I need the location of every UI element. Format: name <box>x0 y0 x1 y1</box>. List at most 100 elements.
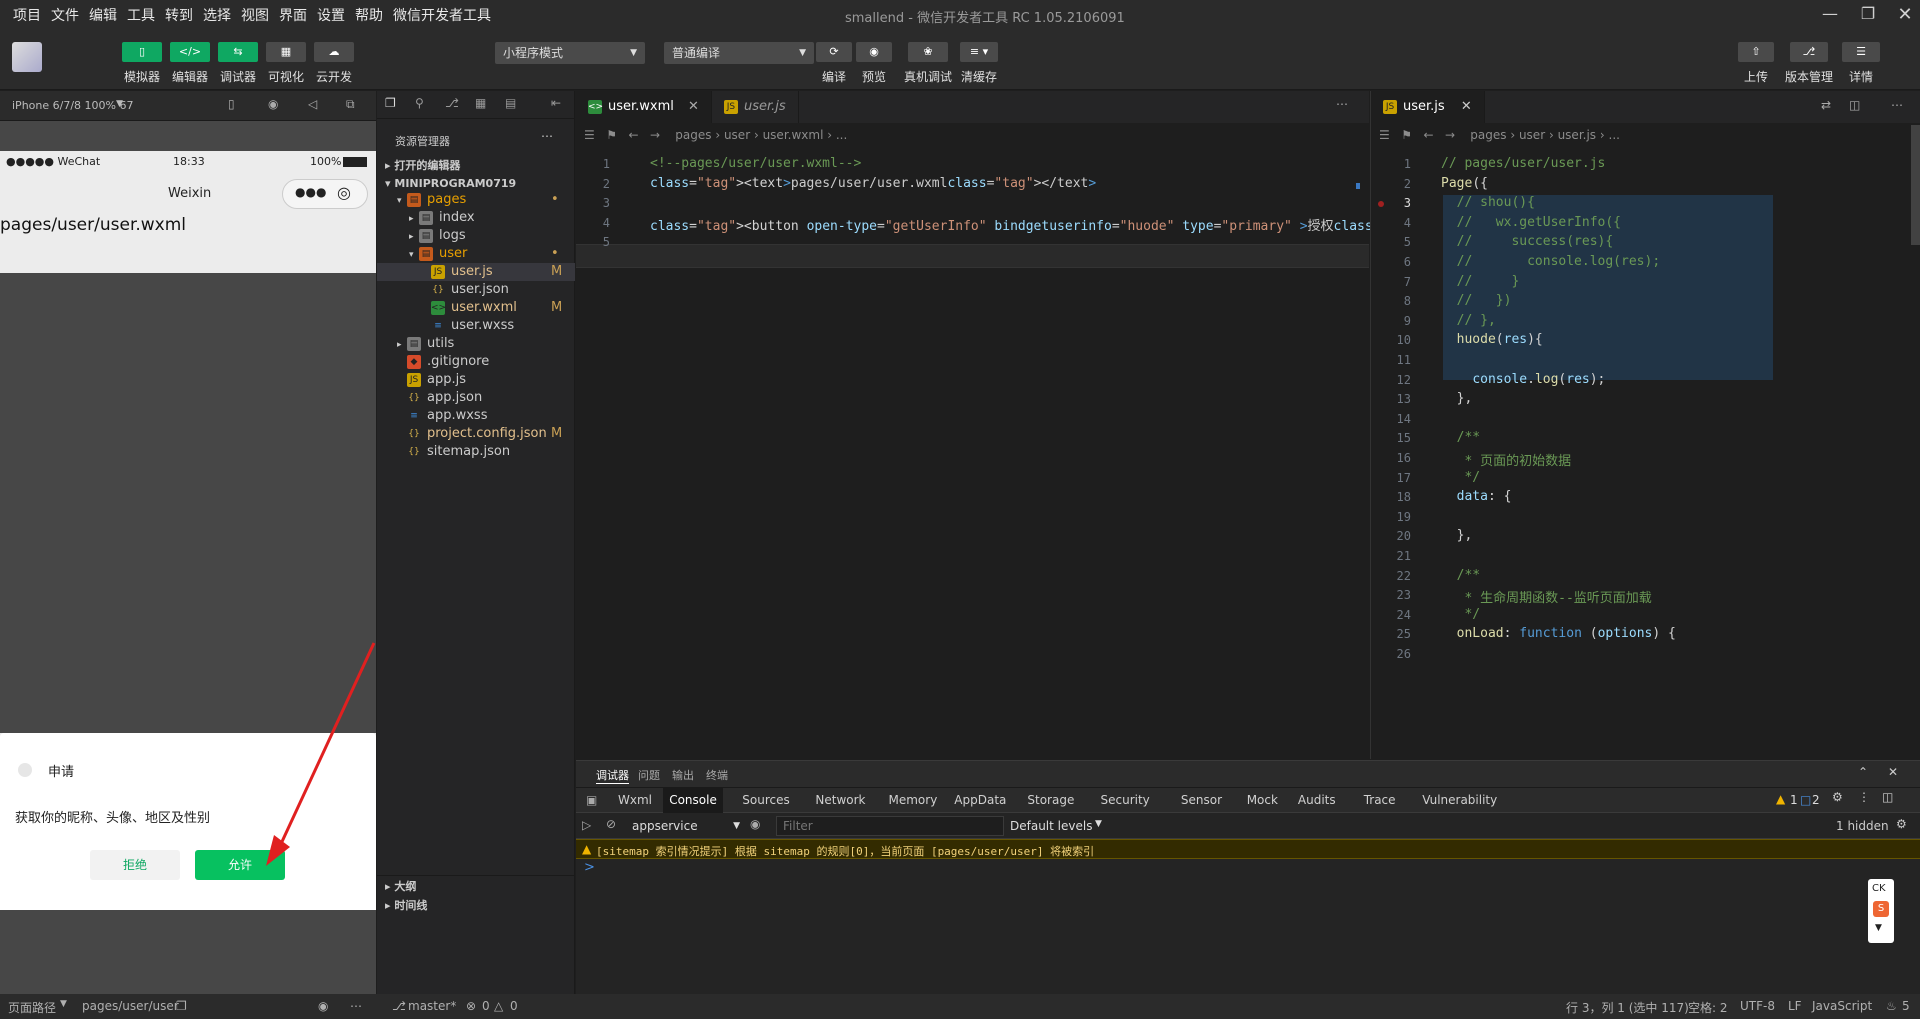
gear-icon[interactable]: ⚙ <box>1896 817 1907 831</box>
details-button[interactable]: ☰ <box>1842 42 1880 62</box>
chevron-down-icon[interactable]: ▼ <box>116 99 123 109</box>
levels-select[interactable]: Default levels <box>1010 819 1092 833</box>
devtools-tab[interactable]: Mock <box>1241 787 1284 813</box>
devtools-tab[interactable]: Console <box>663 787 723 813</box>
bookmark-icon[interactable]: ⚑ <box>1401 128 1412 142</box>
menu-item[interactable]: 帮助 <box>350 5 388 25</box>
tree-item[interactable]: ≡ app.wxss <box>377 407 575 425</box>
git-icon[interactable]: ⎇ <box>445 96 459 110</box>
breadcrumb-item[interactable]: user <box>1519 128 1545 142</box>
breadcrumb-item[interactable]: user.js <box>1558 128 1596 142</box>
tree-item[interactable]: ▾ ▤ pages • <box>377 191 575 209</box>
tree-item[interactable]: ▸ ▤ index <box>377 209 575 227</box>
close-icon[interactable]: ✕ <box>1461 99 1472 114</box>
breadcrumb-item[interactable]: pages <box>1470 128 1506 142</box>
more-icon[interactable]: ⋯ <box>1891 98 1903 112</box>
chevron-down-icon[interactable]: ▼ <box>1095 819 1102 829</box>
devtools-tab[interactable]: Vulnerability <box>1416 787 1503 813</box>
tree-item[interactable]: ▸ ▤ logs <box>377 227 575 245</box>
bell-icon[interactable]: ♨ <box>1886 999 1897 1013</box>
collapse-panel-icon[interactable]: ⇤ <box>551 96 561 110</box>
tree-item[interactable]: ◆ .gitignore <box>377 353 575 371</box>
phone-icon[interactable]: ▯ <box>228 97 235 111</box>
filter-input[interactable] <box>776 816 1004 836</box>
branch-name[interactable]: master* <box>408 999 456 1013</box>
simulator-toggle-button[interactable]: ▯ <box>122 42 162 62</box>
clear-console-icon[interactable]: ⊘ <box>606 817 616 831</box>
tab-output[interactable]: 输出 <box>672 767 694 783</box>
menu-item[interactable]: 选择 <box>198 5 236 25</box>
close-icon[interactable]: ✕ <box>688 99 699 114</box>
breadcrumb-item[interactable]: user.wxml <box>763 128 824 142</box>
extensions-icon[interactable]: ▦ <box>475 96 486 110</box>
mode-select[interactable]: 小程序模式 ▼ <box>495 42 645 64</box>
eye-icon[interactable]: ◉ <box>318 999 328 1013</box>
clear-cache-button[interactable]: ≡ ▾ <box>960 42 998 62</box>
warning-count[interactable]: 0 <box>510 999 518 1013</box>
menu-item[interactable]: 项目 <box>8 5 46 25</box>
breadcrumb-item[interactable]: ... <box>836 128 847 142</box>
timeline-section[interactable]: ▸ 时间线 <box>377 895 575 917</box>
warning-count[interactable]: 1 <box>1790 793 1798 807</box>
line-ending[interactable]: LF <box>1788 999 1802 1013</box>
chevron-down-icon[interactable]: ▼ <box>60 999 67 1009</box>
page-path-label[interactable]: 页面路径 <box>8 999 56 1016</box>
info-count[interactable]: 2 <box>1812 793 1820 807</box>
forward-icon[interactable]: → <box>650 128 660 142</box>
visual-toggle-button[interactable]: ▦ <box>266 42 306 62</box>
reject-button[interactable]: 拒绝 <box>90 850 180 880</box>
tree-item[interactable]: JS user.js M <box>377 263 575 281</box>
close-icon[interactable]: ✕ <box>1888 765 1898 779</box>
console-prompt[interactable]: > <box>584 860 595 875</box>
tree-item[interactable]: JS app.js <box>377 371 575 389</box>
dock-icon[interactable]: ◫ <box>1882 790 1893 804</box>
menu-item[interactable]: 微信开发者工具 <box>388 5 496 25</box>
language-mode[interactable]: JavaScript <box>1812 999 1872 1013</box>
devtools-tab[interactable]: Sources <box>736 787 795 813</box>
inspect-icon[interactable]: ▣ <box>586 793 597 807</box>
breadcrumb-item[interactable]: pages <box>675 128 711 142</box>
devtools-tab[interactable]: AppData <box>948 787 1012 813</box>
editor-toggle-button[interactable]: </> <box>170 42 210 62</box>
close-circle-icon[interactable]: ◎ <box>337 183 351 202</box>
files-icon[interactable]: ❐ <box>385 96 396 110</box>
tree-item[interactable]: ▾ ▤ user • <box>377 245 575 263</box>
list-icon[interactable]: ☰ <box>1379 128 1390 142</box>
upload-button[interactable]: ⇧ <box>1738 42 1774 62</box>
search-icon[interactable]: ⚲ <box>415 96 424 110</box>
tree-item[interactable]: {} project.config.json M <box>377 425 575 443</box>
restore-icon[interactable]: ❐ <box>1848 4 1888 26</box>
menu-item[interactable]: 界面 <box>274 5 312 25</box>
devtools-tab[interactable]: Network <box>809 787 871 813</box>
eye-icon[interactable]: ◉ <box>750 817 760 831</box>
context-select[interactable]: appservice ▼ <box>626 816 746 836</box>
sidebar-toggle-icon[interactable]: ▷ <box>582 818 591 832</box>
menu-item[interactable]: 工具 <box>122 5 160 25</box>
forward-icon[interactable]: → <box>1445 128 1455 142</box>
compile-select[interactable]: 普通编译 ▼ <box>664 42 814 64</box>
encoding[interactable]: UTF-8 <box>1740 999 1775 1013</box>
more-icon[interactable]: ●●● <box>295 185 326 199</box>
bookmark-icon[interactable]: ⚑ <box>606 128 617 142</box>
scrollbar[interactable] <box>1911 125 1920 245</box>
tree-item[interactable]: {} app.json <box>377 389 575 407</box>
tab-user-js-right[interactable]: JS user.js ✕ <box>1371 91 1485 123</box>
indent-setting[interactable]: 空格: 2 <box>1688 999 1728 1016</box>
kebab-icon[interactable]: ⋮ <box>1858 790 1870 804</box>
breadcrumb-item[interactable]: user <box>724 128 750 142</box>
devtools-tab[interactable]: Trace <box>1358 787 1402 813</box>
tab-terminal[interactable]: 终端 <box>706 767 728 783</box>
outline-section[interactable]: ▸ 大纲 <box>377 875 575 897</box>
tree-item[interactable]: ▸ ▤ utils <box>377 335 575 353</box>
menu-item[interactable]: 视图 <box>236 5 274 25</box>
tab-user-js[interactable]: JS user.js <box>712 91 799 123</box>
tab-debugger[interactable]: 调试器 <box>596 767 629 784</box>
copy-icon[interactable]: ❐ <box>176 999 187 1013</box>
debugger-toggle-button[interactable]: ⇆ <box>218 42 258 62</box>
tree-item[interactable]: {} sitemap.json <box>377 443 575 461</box>
compare-icon[interactable]: ⇄ <box>1821 98 1831 112</box>
tree-item[interactable]: {} user.json <box>377 281 575 299</box>
devtools-tab[interactable]: Audits <box>1292 787 1342 813</box>
preview-button[interactable]: ◉ <box>856 42 892 62</box>
version-button[interactable]: ⎇ <box>1790 42 1828 62</box>
